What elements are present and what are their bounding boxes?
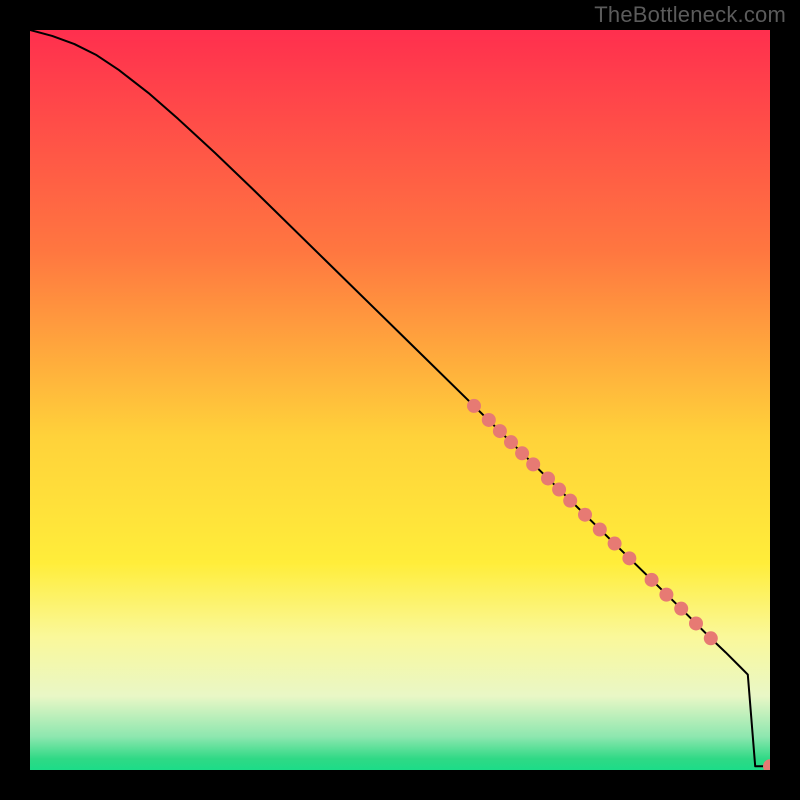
bottleneck-chart bbox=[30, 30, 770, 770]
data-point bbox=[541, 471, 555, 485]
watermark-text: TheBottleneck.com bbox=[594, 2, 786, 28]
data-point bbox=[689, 616, 703, 630]
data-point bbox=[608, 537, 622, 551]
data-point bbox=[622, 551, 636, 565]
data-point bbox=[674, 602, 688, 616]
data-point bbox=[504, 435, 518, 449]
data-point bbox=[493, 424, 507, 438]
data-point bbox=[578, 508, 592, 522]
data-point bbox=[515, 446, 529, 460]
data-point bbox=[467, 399, 481, 413]
data-point bbox=[482, 413, 496, 427]
data-point bbox=[645, 573, 659, 587]
data-point bbox=[704, 631, 718, 645]
data-point bbox=[563, 494, 577, 508]
data-point bbox=[659, 588, 673, 602]
data-point bbox=[593, 523, 607, 537]
chart-frame: TheBottleneck.com bbox=[0, 0, 800, 800]
data-point bbox=[526, 457, 540, 471]
chart-background bbox=[30, 30, 770, 770]
data-point bbox=[552, 483, 566, 497]
